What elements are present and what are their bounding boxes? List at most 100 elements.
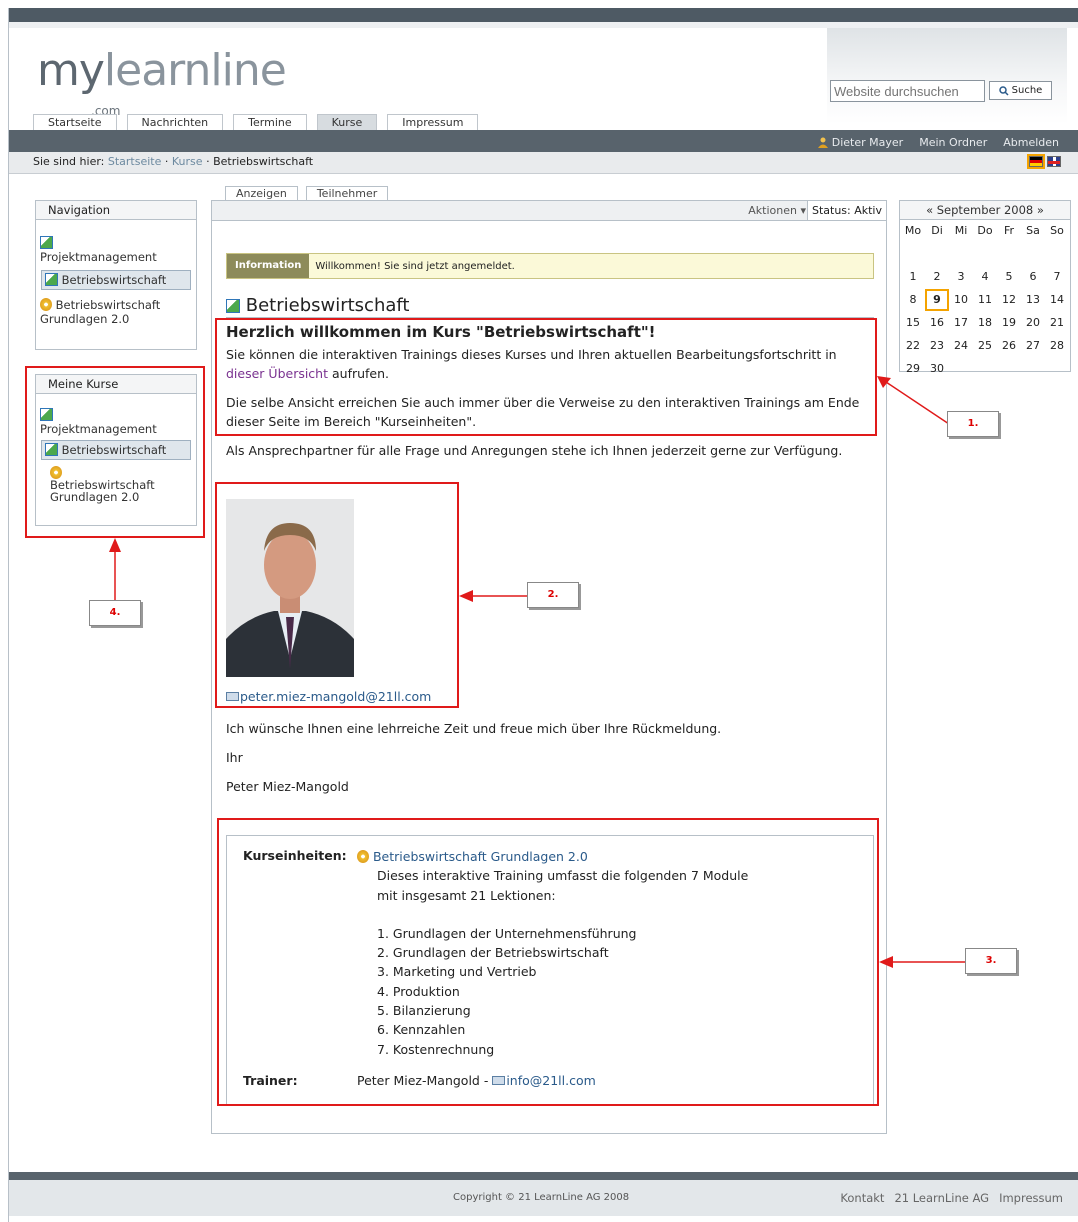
- calendar-spacer: [901, 243, 925, 266]
- tab-nachrichten[interactable]: Nachrichten: [126, 114, 224, 130]
- calendar-day[interactable]: 20: [1021, 312, 1045, 335]
- uk-flag-icon[interactable]: [1047, 156, 1061, 167]
- nav-item-projektmanagement[interactable]: Projektmanagement: [36, 236, 196, 264]
- user-link[interactable]: Dieter Mayer: [817, 136, 904, 149]
- calendar-day[interactable]: 17: [949, 312, 973, 335]
- calendar-spacer: [925, 243, 949, 266]
- annotation-label-1: 1.: [947, 411, 999, 437]
- weekday-label: Sa: [1026, 224, 1040, 237]
- calendar-day[interactable]: 6: [1021, 266, 1045, 289]
- calendar-day[interactable]: 4: [973, 266, 997, 289]
- breadcrumb-kurse[interactable]: Kurse: [172, 155, 203, 168]
- calendar-day[interactable]: 15: [901, 312, 925, 335]
- tab-teilnehmer[interactable]: Teilnehmer: [305, 186, 389, 201]
- calendar-day[interactable]: 13: [1021, 289, 1045, 312]
- navigation-panel: Navigation Projektmanagement Betriebswir…: [35, 200, 197, 350]
- calendar-day[interactable]: 2: [925, 266, 949, 289]
- tab-kurse[interactable]: Kurse: [316, 114, 378, 130]
- tab-startseite[interactable]: Startseite: [33, 114, 117, 130]
- calendar-day[interactable]: 22: [901, 335, 925, 358]
- calendar-day[interactable]: 9: [925, 289, 949, 311]
- signature-line-2: Peter Miez-Mangold: [226, 779, 349, 794]
- calendar-spacer: [997, 243, 1021, 266]
- german-flag-icon[interactable]: [1027, 154, 1045, 169]
- calendar-day[interactable]: 21: [1045, 312, 1069, 335]
- my-folder-link[interactable]: Mein Ordner: [919, 136, 987, 149]
- nav-item-label: Betriebswirtschaft Grundlagen 2.0: [40, 298, 161, 326]
- user-icon: [817, 137, 828, 148]
- weekday-label: Mi: [954, 224, 968, 237]
- search-input[interactable]: [830, 80, 985, 102]
- calendar-day[interactable]: 11: [973, 289, 997, 312]
- weekday-label: Mo: [904, 224, 922, 237]
- calendar-day[interactable]: 18: [973, 312, 997, 335]
- tab-anzeigen[interactable]: Anzeigen: [225, 186, 298, 201]
- footer-link-impressum[interactable]: Impressum: [999, 1191, 1063, 1205]
- calendar-day[interactable]: 12: [997, 289, 1021, 312]
- calendar-day[interactable]: 28: [1045, 335, 1069, 358]
- actions-menu[interactable]: Aktionen ▾: [748, 204, 806, 217]
- calendar-day[interactable]: 26: [997, 335, 1021, 358]
- contact-paragraph: Als Ansprechpartner für alle Frage und A…: [226, 443, 843, 458]
- calendar-day[interactable]: 25: [973, 335, 997, 358]
- course-icon: [226, 299, 240, 313]
- calendar-spacer: [1021, 243, 1045, 266]
- course-icon: [40, 236, 53, 249]
- signature-line-1: Ihr: [226, 750, 243, 765]
- cd-icon: [40, 298, 52, 311]
- calendar-day[interactable]: 7: [1045, 266, 1069, 289]
- calendar-day[interactable]: 16: [925, 312, 949, 335]
- calendar-day[interactable]: 29: [901, 358, 925, 381]
- weekday-label: Di: [931, 224, 943, 237]
- calendar-day[interactable]: 14: [1045, 289, 1069, 312]
- footer-link-company[interactable]: 21 LearnLine AG: [894, 1191, 989, 1205]
- footer: Copyright © 21 LearnLine AG 2008 Kontakt…: [9, 1180, 1078, 1216]
- logo-text-learnline: learnline: [103, 45, 287, 96]
- logout-link[interactable]: Abmelden: [1003, 136, 1059, 149]
- annotation-label-3: 3.: [965, 948, 1017, 974]
- navigation-title: Navigation: [36, 201, 196, 220]
- calendar-day[interactable]: 30: [925, 358, 949, 381]
- nav-item-betriebswirtschaft[interactable]: Betriebswirtschaft: [41, 270, 191, 290]
- annotation-label-2: 2.: [527, 582, 579, 608]
- breadcrumb-separator: ·: [164, 155, 169, 168]
- site-logo[interactable]: mylearnline .com: [37, 45, 287, 119]
- status-label: Status: Aktiv: [806, 201, 886, 220]
- user-name: Dieter Mayer: [831, 136, 904, 149]
- footer-bar: [9, 1172, 1078, 1180]
- nav-item-label: Betriebswirtschaft: [61, 273, 167, 287]
- calendar-day[interactable]: 23: [925, 335, 949, 358]
- calendar-widget: « September 2008 » Mo Di Mi Do Fr Sa So …: [899, 200, 1071, 375]
- breadcrumb-startseite[interactable]: Startseite: [108, 155, 162, 168]
- calendar-day[interactable]: 1: [901, 266, 925, 289]
- calendar-day[interactable]: 3: [949, 266, 973, 289]
- nav-item-grundlagen[interactable]: Betriebswirtschaft Grundlagen 2.0: [36, 298, 196, 326]
- calendar-title[interactable]: « September 2008 »: [900, 201, 1070, 220]
- calendar-day[interactable]: 5: [997, 266, 1021, 289]
- copyright-text: Copyright © 21 LearnLine AG 2008: [453, 1192, 630, 1203]
- breadcrumb-separator: ·: [206, 155, 210, 168]
- magnifier-icon: [998, 85, 1009, 96]
- calendar-day[interactable]: 27: [1021, 335, 1045, 358]
- calendar-day[interactable]: 19: [997, 312, 1021, 335]
- calendar-day[interactable]: 10: [949, 289, 973, 312]
- search-button[interactable]: Suche: [989, 81, 1052, 100]
- breadcrumb-current: Betriebswirtschaft: [213, 155, 314, 168]
- calendar-grid: Mo Di Mi Do Fr Sa So 1 2 3 4 5 6 7 8 9 10 11 12 13 14…: [900, 220, 1070, 381]
- content-toolbar: Aktionen ▾ Status: Aktiv: [212, 201, 886, 221]
- annotation-label-4: 4.: [89, 600, 141, 626]
- breadcrumb-prefix: Sie sind hier:: [33, 155, 105, 168]
- search-button-label: Suche: [1011, 85, 1043, 96]
- annotation-arrow-3: [879, 956, 967, 968]
- annotation-arrow-2: [459, 590, 527, 602]
- tab-termine[interactable]: Termine: [233, 114, 307, 130]
- page-frame: mylearnline .com Suche Startseite Nachri…: [8, 8, 1078, 1222]
- calendar-day[interactable]: 24: [949, 335, 973, 358]
- tab-impressum[interactable]: Impressum: [387, 114, 479, 130]
- footer-link-kontakt[interactable]: Kontakt: [840, 1191, 884, 1205]
- annotation-box-2: [215, 482, 459, 708]
- calendar-spacer: [1045, 243, 1069, 266]
- calendar-day[interactable]: 8: [901, 289, 925, 312]
- calendar-spacer: [949, 243, 973, 266]
- content-tabs: Anzeigen Teilnehmer: [225, 186, 389, 201]
